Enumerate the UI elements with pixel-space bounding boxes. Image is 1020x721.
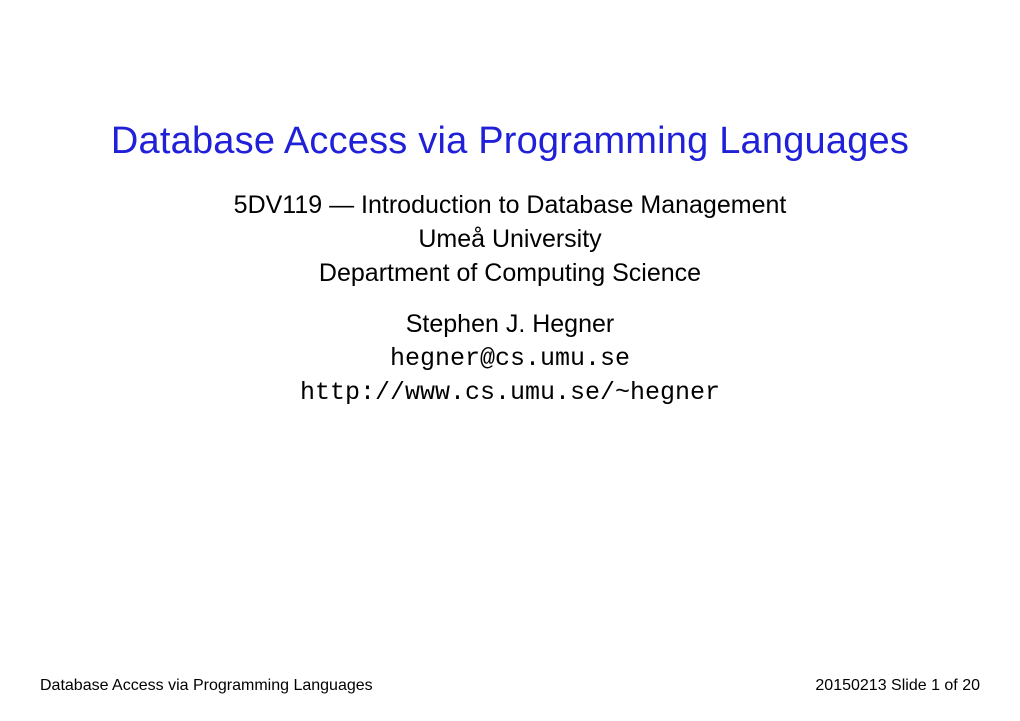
author-url: http://www.cs.umu.se/~hegner: [0, 376, 1020, 410]
author-block: Stephen J. Hegner hegner@cs.umu.se http:…: [0, 308, 1020, 409]
university-name: Umeå University: [0, 223, 1020, 257]
course-code: 5DV119 — Introduction to Database Manage…: [0, 189, 1020, 223]
footer-right: 20150213 Slide 1 of 20: [815, 677, 980, 695]
author-name: Stephen J. Hegner: [0, 308, 1020, 342]
footer-left: Database Access via Programming Language…: [40, 677, 373, 695]
footer: Database Access via Programming Language…: [40, 677, 980, 695]
author-email: hegner@cs.umu.se: [0, 342, 1020, 376]
slide-title: Database Access via Programming Language…: [0, 120, 1020, 163]
slide: Database Access via Programming Language…: [0, 0, 1020, 721]
subtitle-block: 5DV119 — Introduction to Database Manage…: [0, 189, 1020, 290]
department-name: Department of Computing Science: [0, 257, 1020, 291]
slide-content: Database Access via Programming Language…: [0, 0, 1020, 410]
